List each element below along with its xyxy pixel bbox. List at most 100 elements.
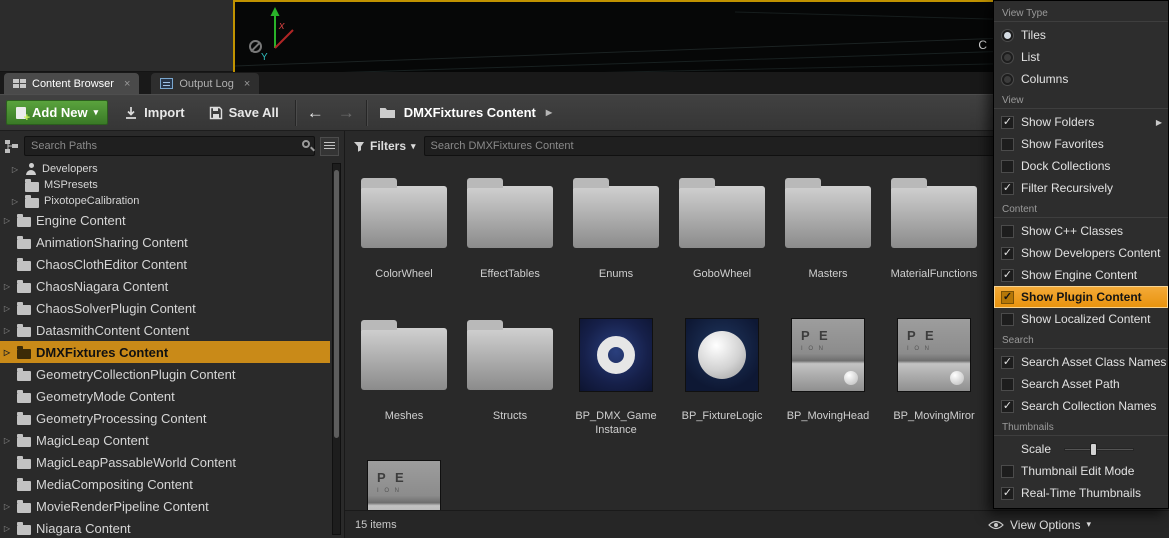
view-options-button[interactable]: View Options ▾ <box>988 518 1091 532</box>
asset-tile-bp-movinghead[interactable]: P EI O NBP_MovingHead <box>775 305 881 445</box>
sidebar-item-mspresets[interactable]: MSPresets <box>0 177 330 193</box>
import-button[interactable]: Import <box>116 101 192 124</box>
filters-button[interactable]: Filters ▾ <box>353 139 416 153</box>
checkbox-icon: ✓ <box>1001 116 1014 129</box>
folder-icon <box>775 163 881 263</box>
sidebar-item-magicleap-content[interactable]: ▷MagicLeap Content <box>0 429 330 451</box>
checkbox-icon <box>1001 225 1014 238</box>
menu-item-tiles[interactable]: Tiles <box>994 24 1168 46</box>
asset-tile-colorwheel[interactable]: ColorWheel <box>351 163 457 303</box>
sidebar-item-label: Niagara Content <box>36 521 131 536</box>
item-count: 15 items <box>355 519 397 531</box>
asset-tile-meshes[interactable]: Meshes <box>351 305 457 445</box>
back-arrow-button[interactable]: ← <box>304 103 327 123</box>
save-all-label: Save All <box>229 105 279 120</box>
close-icon[interactable]: × <box>124 78 130 90</box>
menu-item-show-folders[interactable]: ✓Show Folders▶ <box>994 111 1168 133</box>
sidebar-item-magicleappassableworld-content[interactable]: MagicLeapPassableWorld Content <box>0 451 330 473</box>
sidebar-item-developers[interactable]: ▷Developers <box>0 161 330 177</box>
sidebar-item-label: DatasmithContent Content <box>36 323 189 338</box>
sidebar-item-niagara-content[interactable]: ▷ Niagara Content <box>0 517 330 538</box>
scale-slider[interactable] <box>1064 443 1134 456</box>
menu-item-show-developers-content[interactable]: ✓Show Developers Content <box>994 242 1168 264</box>
menu-item-show-localized-content[interactable]: Show Localized Content <box>994 308 1168 330</box>
asset-tile-bp-fixturelogic[interactable]: BP_FixtureLogic <box>669 305 775 445</box>
sidebar-item-engine-content[interactable]: ▷Engine Content <box>0 209 330 231</box>
asset-label: ColorWheel <box>375 268 432 282</box>
filters-label: Filters <box>370 139 406 153</box>
sidebar-item-chaossolverplugin-content[interactable]: ▷ ChaosSolverPlugin Content <box>0 297 330 319</box>
menu-item-show-engine-content[interactable]: ✓Show Engine Content <box>994 264 1168 286</box>
breadcrumb[interactable]: DMXFixtures Content ▶ <box>379 105 552 120</box>
sources-toggle-icon[interactable] <box>4 139 19 154</box>
sidebar-item-movierenderpipeline-content[interactable]: ▷MovieRenderPipeline Content <box>0 495 330 517</box>
asset-tile-masters[interactable]: Masters <box>775 163 881 303</box>
asset-tile-structs[interactable]: Structs <box>457 305 563 445</box>
menu-item-search-asset-class-names[interactable]: ✓Search Asset Class Names <box>994 351 1168 373</box>
unreal-editor-window: x Y C Content Browser × Output Log × Add… <box>0 0 1169 538</box>
folder-icon <box>17 371 31 381</box>
folder-tree: ▷DevelopersMSPresets▷PixotopeCalibration… <box>0 161 330 538</box>
menu-item-scale[interactable]: Scale <box>994 438 1168 460</box>
menu-item-list[interactable]: List <box>994 46 1168 68</box>
asset-grid: ColorWheel EffectTablesEnumsGoboWheelMast… <box>351 163 999 510</box>
tab-output-log[interactable]: Output Log × <box>151 73 259 94</box>
expander-icon[interactable]: ▷ <box>10 197 20 206</box>
expander-icon[interactable]: ▷ <box>2 348 12 357</box>
menu-item-real-time-thumbnails[interactable]: ✓Real-Time Thumbnails <box>994 482 1168 504</box>
menu-section-search: Search✓Search Asset Class NamesSearch As… <box>994 330 1168 417</box>
add-new-button[interactable]: Add New ▾ <box>6 100 108 125</box>
asset-tile-enums[interactable]: Enums <box>563 163 669 303</box>
asset-label: BP_MovingHead <box>787 410 870 424</box>
scrollbar-thumb[interactable] <box>334 170 339 438</box>
menu-item-show-plugin-content[interactable]: ✓Show Plugin Content <box>994 286 1168 308</box>
asset-tile-gobowheel[interactable]: GoboWheel <box>669 163 775 303</box>
menu-item-search-collection-names[interactable]: ✓Search Collection Names <box>994 395 1168 417</box>
sidebar-item-geometryprocessing-content[interactable]: GeometryProcessing Content <box>0 407 330 429</box>
sidebar-item-mediacompositing-content[interactable]: MediaCompositing Content <box>0 473 330 495</box>
menu-item-columns[interactable]: Columns <box>994 68 1168 90</box>
asset-tile-effecttables[interactable]: EffectTables <box>457 163 563 303</box>
expander-icon[interactable]: ▷ <box>10 165 20 174</box>
folder-icon <box>17 261 31 271</box>
save-all-button[interactable]: Save All <box>201 101 287 124</box>
asset-tile-bp-movingmiror[interactable]: P EI O NBP_MovingMiror <box>881 305 987 445</box>
sidebar-item-pixotopecalibration[interactable]: ▷PixotopeCalibration <box>0 193 330 209</box>
folder-icon <box>351 305 457 405</box>
asset-tile-materialfunctions[interactable]: MaterialFunctions <box>881 163 987 303</box>
radio-icon <box>1001 51 1014 64</box>
menu-item-show-favorites[interactable]: Show Favorites <box>994 133 1168 155</box>
menu-item-show-c-classes[interactable]: Show C++ Classes <box>994 220 1168 242</box>
asset-tile-item[interactable]: P EI O N <box>351 447 457 510</box>
menu-item-thumbnail-edit-mode[interactable]: Thumbnail Edit Mode <box>994 460 1168 482</box>
tree-scrollbar[interactable] <box>332 163 341 535</box>
menu-item-dock-collections[interactable]: Dock Collections <box>994 155 1168 177</box>
sidebar-item-label: GeometryCollectionPlugin Content <box>36 367 235 382</box>
sidebar-item-chaosclotheditor-content[interactable]: ChaosClothEditor Content <box>0 253 330 275</box>
sidebar-item-datasmithcontent-content[interactable]: ▷ DatasmithContent Content <box>0 319 330 341</box>
sidebar-item-animationsharing-content[interactable]: AnimationSharing Content <box>0 231 330 253</box>
expander-icon[interactable]: ▷ <box>2 282 12 291</box>
sidebar-item-geometrycollectionplugin-content[interactable]: GeometryCollectionPlugin Content <box>0 363 330 385</box>
tab-content-browser[interactable]: Content Browser × <box>4 73 139 94</box>
expander-icon[interactable]: ▷ <box>2 326 12 335</box>
close-icon[interactable]: × <box>244 78 250 90</box>
sidebar-item-chaosniagara-content[interactable]: ▷ChaosNiagara Content <box>0 275 330 297</box>
expander-icon[interactable]: ▷ <box>2 502 12 511</box>
search-paths-input[interactable] <box>24 136 315 156</box>
expander-icon[interactable]: ▷ <box>2 524 12 533</box>
menu-item-filter-recursively[interactable]: ✓Filter Recursively <box>994 177 1168 199</box>
chevron-down-icon: ▾ <box>94 108 99 117</box>
breadcrumb-arrow-icon[interactable]: ▶ <box>546 108 552 117</box>
sidebar-item-geometrymode-content[interactable]: GeometryMode Content <box>0 385 330 407</box>
sidebar-item-dmxfixtures-content[interactable]: ▷DMXFixtures Content <box>0 341 330 363</box>
folder-icon <box>17 327 31 337</box>
expander-icon[interactable]: ▷ <box>2 304 12 313</box>
expander-icon[interactable]: ▷ <box>2 436 12 445</box>
forward-arrow-button[interactable]: → <box>335 103 358 123</box>
asset-tile-bp-dmx-game-instance[interactable]: BP_DMX_Game Instance <box>563 305 669 445</box>
paths-list-view-button[interactable] <box>320 137 339 156</box>
expander-icon[interactable]: ▷ <box>2 216 12 225</box>
menu-item-search-asset-path[interactable]: Search Asset Path <box>994 373 1168 395</box>
sidebar-item-label: ChaosSolverPlugin Content <box>36 301 196 316</box>
